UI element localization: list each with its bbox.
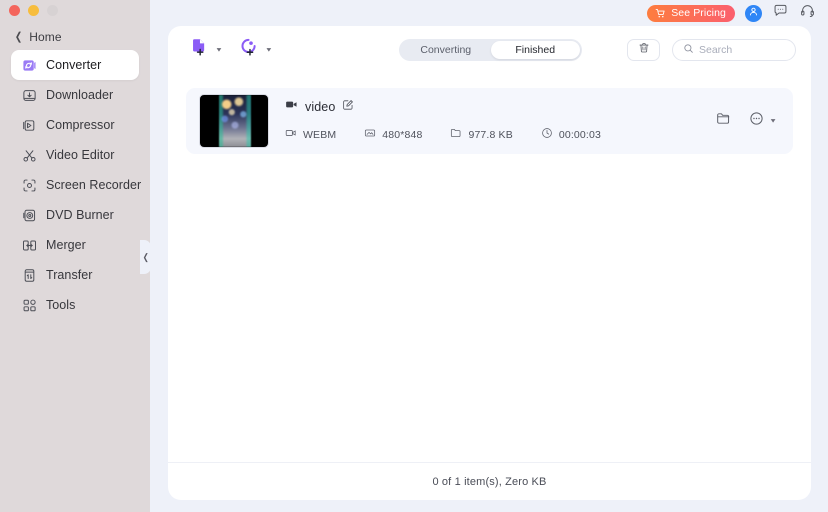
window-close-button[interactable] — [9, 5, 20, 16]
trash-icon — [638, 41, 650, 59]
chevron-left-icon: ❮ — [142, 251, 149, 262]
window-zoom-button[interactable] — [47, 5, 58, 16]
video-thumbnail — [199, 94, 269, 148]
file-list: video WEBM 480*848 977.8 KB 00:00:03 ▼ — [168, 80, 811, 446]
chevron-down-icon: ▼ — [769, 117, 777, 124]
app-window: ❮ Home Converter Downloader Compressor V… — [0, 0, 828, 512]
tab-converting[interactable]: Converting — [401, 41, 491, 59]
sidebar-item-label: Screen Recorder — [46, 178, 142, 192]
converter-icon — [22, 58, 37, 73]
message-icon — [773, 3, 788, 23]
search-input[interactable] — [699, 44, 787, 56]
sidebar-item-label: Converter — [46, 58, 102, 72]
sidebar-item-converter[interactable]: Converter — [11, 50, 139, 80]
file-actions: ▼ — [716, 88, 777, 154]
sidebar-item-dvd-burner[interactable]: DVD Burner — [11, 200, 139, 230]
window-controls — [9, 5, 58, 16]
cart-icon — [655, 8, 666, 19]
user-icon — [748, 4, 759, 22]
scissors-icon — [22, 148, 37, 163]
window-minimize-button[interactable] — [28, 5, 39, 16]
add-buttons-group: ▼ ▼ — [190, 38, 273, 62]
grid-icon — [22, 298, 37, 313]
clock-icon — [541, 126, 553, 144]
sidebar-nav: Converter Downloader Compressor Video Ed… — [11, 50, 142, 320]
compressor-icon — [22, 118, 37, 133]
statusbar: 0 of 1 item(s), Zero KB — [168, 462, 811, 500]
chevron-left-icon: ❮ — [14, 30, 23, 43]
home-label: Home — [29, 30, 62, 44]
add-disc-button[interactable]: ▼ — [240, 38, 273, 62]
sidebar-item-transfer[interactable]: Transfer — [11, 260, 139, 290]
transfer-icon — [22, 268, 37, 283]
sidebar-item-screen-recorder[interactable]: Screen Recorder — [11, 170, 142, 200]
account-button[interactable] — [745, 4, 762, 22]
more-options-icon — [749, 111, 764, 131]
chevron-down-icon: ▼ — [264, 46, 273, 53]
sidebar-item-label: DVD Burner — [46, 208, 114, 222]
sidebar-item-label: Merger — [46, 238, 86, 252]
meta-text: 480*848 — [382, 129, 423, 141]
meta-text: WEBM — [303, 129, 337, 141]
meta-text: 977.8 KB — [468, 129, 513, 141]
sidebar-item-label: Downloader — [46, 88, 114, 102]
meta-format: WEBM — [285, 126, 336, 144]
add-disc-icon — [240, 38, 259, 62]
meta-resolution: 480*848 — [364, 126, 422, 144]
search-box[interactable] — [672, 39, 796, 61]
clear-list-button[interactable] — [627, 39, 660, 61]
list-item[interactable]: video WEBM 480*848 977.8 KB 00:00:03 ▼ — [186, 88, 793, 154]
downloader-icon — [22, 88, 37, 103]
main-panel: ▼ ▼ Converting Finished Search video WEB… — [168, 26, 811, 500]
support-button[interactable] — [799, 5, 816, 22]
sidebar-item-video-editor[interactable]: Video Editor — [11, 140, 139, 170]
sidebar-item-compressor[interactable]: Compressor — [11, 110, 139, 140]
status-tabs: Converting Finished — [399, 39, 582, 61]
resolution-icon — [364, 126, 376, 144]
merger-icon — [22, 238, 37, 253]
folder-size-icon — [450, 126, 462, 144]
sidebar-item-label: Tools — [46, 298, 76, 312]
sidebar-item-downloader[interactable]: Downloader — [11, 80, 139, 110]
sidebar-item-label: Video Editor — [46, 148, 115, 162]
sidebar-item-tools[interactable]: Tools — [11, 290, 139, 320]
tab-finished[interactable]: Finished — [490, 41, 580, 59]
file-title: video — [305, 100, 336, 114]
folder-icon[interactable] — [716, 111, 731, 131]
meta-duration: 00:00:03 — [541, 126, 601, 144]
disc-icon — [22, 208, 37, 223]
sidebar-item-merger[interactable]: Merger — [11, 230, 139, 260]
add-file-button[interactable]: ▼ — [190, 38, 223, 62]
sidebar-item-label: Transfer — [46, 268, 93, 282]
edit-pencil-icon[interactable] — [342, 98, 354, 116]
chevron-down-icon: ▼ — [215, 46, 223, 53]
search-icon — [683, 41, 694, 59]
sidebar-item-label: Compressor — [46, 118, 115, 132]
toolbar: ▼ ▼ Converting Finished — [168, 26, 811, 80]
status-text: 0 of 1 item(s), Zero KB — [432, 475, 547, 488]
see-pricing-button[interactable]: See Pricing — [647, 4, 735, 22]
more-options-button[interactable]: ▼ — [749, 111, 777, 131]
file-title-row: video — [285, 98, 601, 116]
meta-size: 977.8 KB — [450, 126, 513, 144]
meta-text: 00:00:03 — [558, 129, 601, 141]
file-meta-row: WEBM 480*848 977.8 KB 00:00:03 — [285, 126, 601, 144]
feedback-button[interactable] — [772, 3, 789, 23]
topbar: See Pricing — [150, 0, 828, 26]
home-back-button[interactable]: ❮ Home — [14, 29, 62, 45]
sidebar-collapse-button[interactable]: ❮ — [140, 240, 151, 274]
file-info: video WEBM 480*848 977.8 KB 00:00:03 — [285, 98, 601, 144]
video-camera-icon — [285, 98, 298, 116]
screen-recorder-icon — [22, 178, 37, 193]
add-file-icon — [190, 38, 209, 62]
video-format-icon — [285, 126, 297, 144]
headset-icon — [800, 3, 815, 23]
see-pricing-label: See Pricing — [671, 7, 726, 19]
sidebar: ❮ Home Converter Downloader Compressor V… — [0, 0, 151, 512]
